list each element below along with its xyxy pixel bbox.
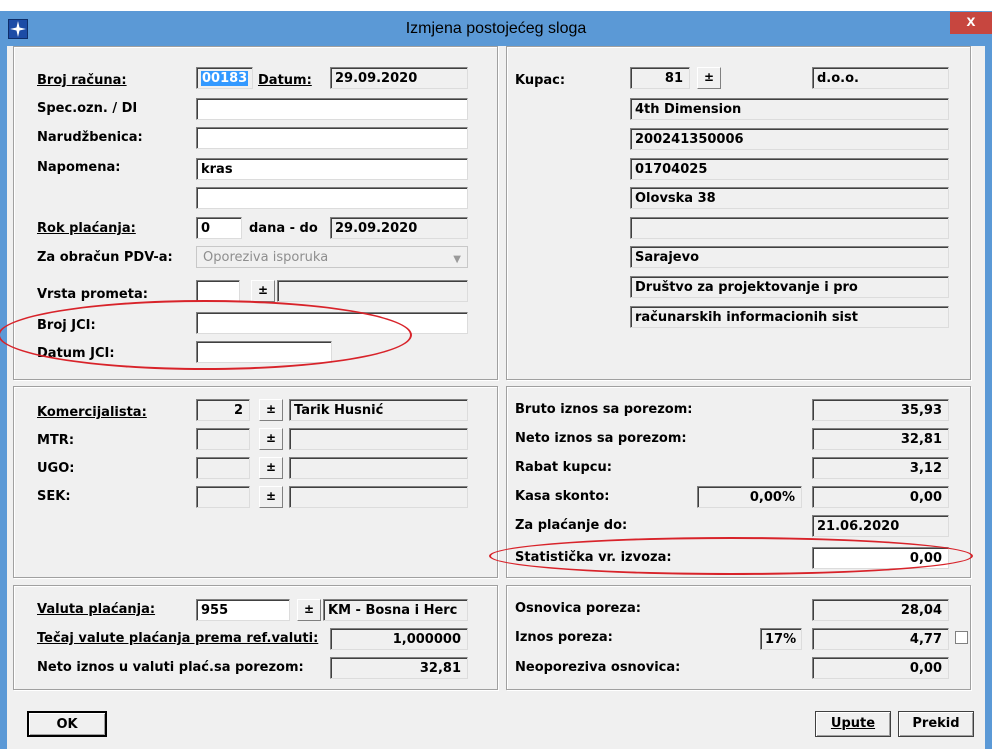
vrsta-prometa-label: Vrsta prometa:: [37, 287, 148, 302]
valuta-name-field: KM - Bosna i Herc: [323, 599, 468, 621]
rabat-label: Rabat kupcu:: [515, 460, 612, 475]
za-placanje-label: Za plaćanje do:: [515, 518, 628, 533]
ok-button[interactable]: OK: [27, 711, 107, 737]
komercijalista-label: Komercijalista:: [37, 405, 147, 420]
iznos-poreza-value: 4,77: [812, 628, 949, 650]
osnovica-label: Osnovica poreza:: [515, 601, 641, 616]
kupac-line-7: Društvo za projektovanje i pro: [630, 276, 949, 298]
kupac-label: Kupac:: [515, 73, 566, 88]
kupac-line-4: Olovska 38: [630, 187, 949, 209]
komercijalista-lookup-button[interactable]: ±: [259, 399, 283, 421]
sek-label: SEK:: [37, 489, 71, 504]
za-obracun-label: Za obračun PDV-a:: [37, 250, 173, 265]
narudzbenica-input[interactable]: [196, 127, 468, 149]
datum-jci-input[interactable]: [196, 341, 332, 363]
statisticka-label: Statistička vr. izvoza:: [515, 550, 672, 565]
rok-placanja-label: Rok plaćanja:: [37, 221, 136, 236]
broj-jci-input[interactable]: [196, 312, 468, 334]
osnovica-value: 28,04: [812, 599, 949, 621]
valuta-code-input[interactable]: 955: [196, 599, 290, 621]
vrsta-prometa-desc: [277, 280, 468, 302]
rabat-value: 3,12: [812, 457, 949, 479]
sek-code[interactable]: [196, 486, 250, 508]
napomena-input[interactable]: kras: [196, 158, 468, 180]
bruto-value: 35,93: [812, 399, 949, 421]
broj-jci-label: Broj JCI:: [37, 318, 96, 333]
chevron-down-icon: ▼: [453, 254, 461, 265]
bruto-label: Bruto iznos sa porezom:: [515, 402, 693, 417]
neoporeziva-label: Neoporeziva osnovica:: [515, 660, 681, 675]
sek-lookup-button[interactable]: ±: [259, 486, 283, 508]
spec-ozn-input[interactable]: [196, 98, 468, 120]
neto-value: 32,81: [812, 428, 949, 450]
mtr-label: MTR:: [37, 433, 75, 448]
valuta-label: Valuta plaćanja:: [37, 602, 156, 617]
za-obracun-select[interactable]: Oporeziva isporuka ▼: [196, 246, 468, 268]
iznos-poreza-label: Iznos poreza:: [515, 630, 613, 645]
narudzbenica-label: Narudžbenica:: [37, 130, 143, 145]
ugo-code[interactable]: [196, 457, 250, 479]
kupac-code-field[interactable]: 81: [630, 67, 690, 89]
customer-group: [506, 46, 971, 380]
neto-valuta-value: 32,81: [330, 657, 468, 679]
dana-do-label: dana - do: [249, 221, 318, 236]
datum-field[interactable]: 29.09.2020: [330, 67, 468, 89]
kupac-line-6: Sarajevo: [630, 246, 949, 268]
komercijalista-code[interactable]: 2: [196, 399, 250, 421]
close-button[interactable]: x: [950, 12, 992, 34]
prekid-button[interactable]: Prekid: [898, 711, 974, 737]
kupac-line-1: 4th Dimension: [630, 98, 949, 120]
spec-ozn-label: Spec.ozn. / DI: [37, 101, 138, 116]
kupac-line-2: 200241350006: [630, 128, 949, 150]
kasa-skonto-pct[interactable]: 0,00%: [697, 486, 802, 508]
kupac-line-8: računarskih informacionih sist: [630, 306, 949, 328]
tecaj-value: 1,000000: [330, 628, 468, 650]
kupac-type-field: d.o.o.: [812, 67, 949, 89]
vrsta-prometa-input[interactable]: [196, 280, 240, 302]
kasa-skonto-value: 0,00: [812, 486, 949, 508]
kupac-line-3: 01704025: [630, 158, 949, 180]
neto-valuta-label: Neto iznos u valuti plać.sa porezom:: [37, 660, 304, 675]
napomena-input-2[interactable]: [196, 187, 468, 209]
datum-jci-label: Datum JCI:: [37, 346, 115, 361]
za-placanje-value: 21.06.2020: [812, 515, 949, 537]
neoporeziva-value: 0,00: [812, 657, 949, 679]
iznos-poreza-checkbox[interactable]: [955, 631, 968, 644]
valuta-lookup-button[interactable]: ±: [297, 599, 321, 621]
datum-label: Datum:: [258, 73, 312, 88]
komercijalista-name: Tarik Husnić: [289, 399, 468, 421]
ugo-label: UGO:: [37, 461, 75, 476]
sek-name: [289, 486, 468, 508]
ugo-name: [289, 457, 468, 479]
window-title: Izmjena postojećeg sloga: [405, 20, 587, 37]
tecaj-label: Tečaj valute plaćanja prema ref.valuti:: [37, 631, 319, 646]
broj-racuna-label: Broj računa:: [37, 73, 127, 88]
statisticka-input[interactable]: 0,00: [812, 547, 949, 569]
iznos-poreza-pct: 17%: [760, 628, 802, 650]
rok-datum-field[interactable]: 29.09.2020: [330, 217, 468, 239]
mtr-name: [289, 428, 468, 450]
vrsta-prometa-lookup-button[interactable]: ±: [251, 280, 275, 302]
mtr-code[interactable]: [196, 428, 250, 450]
mtr-lookup-button[interactable]: ±: [259, 428, 283, 450]
upute-button[interactable]: Upute: [815, 711, 891, 737]
napomena-label: Napomena:: [37, 160, 121, 175]
rok-placanja-input[interactable]: 0: [196, 217, 242, 239]
neto-label: Neto iznos sa porezom:: [515, 431, 687, 446]
kupac-lookup-button[interactable]: ±: [697, 67, 721, 89]
broj-racuna-field[interactable]: 00183: [196, 67, 253, 89]
ugo-lookup-button[interactable]: ±: [259, 457, 283, 479]
kasa-skonto-label: Kasa skonto:: [515, 489, 610, 504]
kupac-line-5: [630, 217, 949, 239]
